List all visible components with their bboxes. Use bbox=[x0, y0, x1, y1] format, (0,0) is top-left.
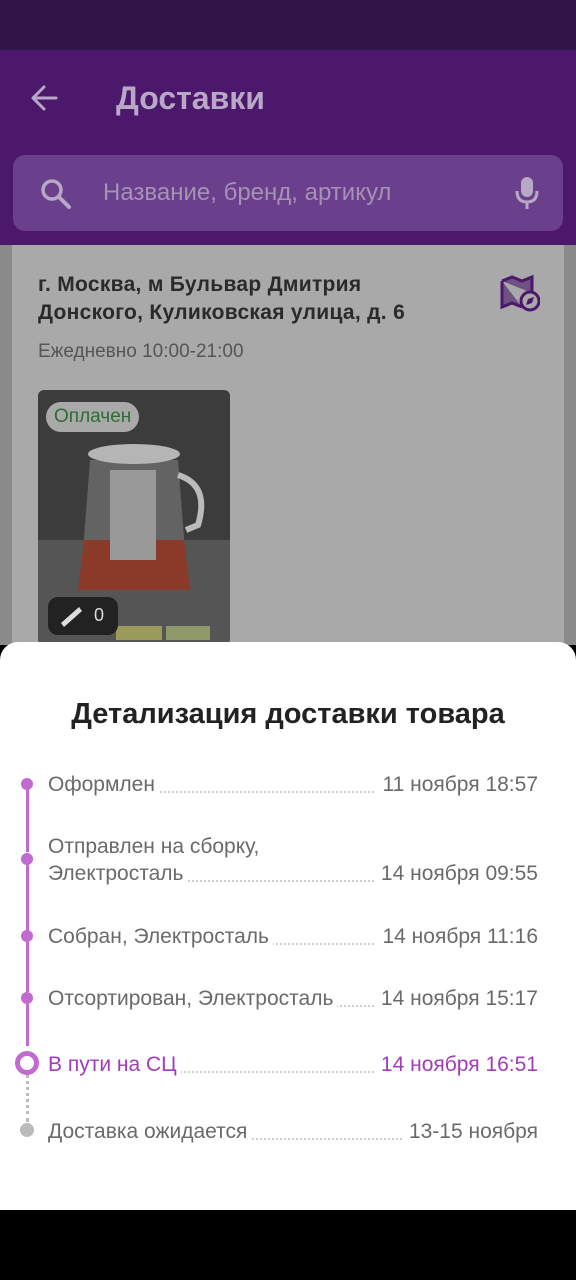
search-bar[interactable]: Название, бренд, артикул bbox=[13, 155, 563, 231]
timeline-line bbox=[26, 784, 29, 852]
timeline-step-current: В пути на СЦ 14 ноября 16:51 bbox=[48, 1051, 538, 1078]
pickup-hours: Ежедневно 10:00-21:00 bbox=[38, 341, 244, 362]
delivery-card[interactable]: г. Москва, м Бульвар Дмитрия Донского, К… bbox=[12, 245, 564, 645]
product-image[interactable]: Оплачен 0 bbox=[38, 390, 230, 645]
timeline-dot bbox=[21, 778, 33, 790]
sheet-title: Детализация доставки товара bbox=[71, 698, 505, 730]
timeline-line-pending bbox=[26, 1074, 29, 1122]
size-rating-badge: 0 bbox=[48, 597, 118, 635]
timeline-line bbox=[26, 942, 29, 992]
page-title: Доставки bbox=[116, 80, 265, 116]
timeline-step: Собран, Электросталь 14 ноября 11:16 bbox=[48, 923, 538, 950]
map-route-icon[interactable] bbox=[500, 275, 540, 313]
microphone-icon[interactable] bbox=[513, 175, 541, 211]
search-icon bbox=[41, 179, 71, 209]
timeline-dot bbox=[21, 853, 33, 865]
delivery-details-sheet: Детализация доставки товара Оформлен 11 … bbox=[0, 642, 576, 1210]
timeline-dot bbox=[21, 992, 33, 1004]
ruler-icon bbox=[61, 607, 82, 627]
pickup-address: г. Москва, м Бульвар Дмитрия Донского, К… bbox=[38, 273, 406, 324]
timeline-step: Оформлен 11 ноября 18:57 bbox=[48, 771, 538, 798]
back-button[interactable] bbox=[22, 78, 68, 118]
delivery-list: г. Москва, м Бульвар Дмитрия Донского, К… bbox=[0, 245, 576, 645]
payment-status-badge: Оплачен bbox=[46, 402, 140, 432]
timeline-dot bbox=[21, 930, 33, 942]
rating-count: 0 bbox=[94, 605, 105, 625]
search-input[interactable]: Название, бренд, артикул bbox=[103, 177, 391, 209]
timeline-step: Отправлен на сборку, Электросталь 14 ноя… bbox=[48, 833, 538, 887]
arrow-left-icon bbox=[31, 85, 58, 111]
timeline-step: Отсортирован, Электросталь 14 ноября 15:… bbox=[48, 985, 538, 1012]
timeline-dot-current bbox=[15, 1051, 39, 1075]
status-bar bbox=[0, 0, 576, 50]
timeline-line bbox=[26, 1004, 29, 1046]
timeline-step-pending: Доставка ожидается 13-15 ноября bbox=[48, 1118, 538, 1145]
system-nav-bar bbox=[0, 1210, 576, 1280]
timeline-line bbox=[26, 864, 29, 932]
timeline-dot-pending bbox=[20, 1123, 34, 1137]
